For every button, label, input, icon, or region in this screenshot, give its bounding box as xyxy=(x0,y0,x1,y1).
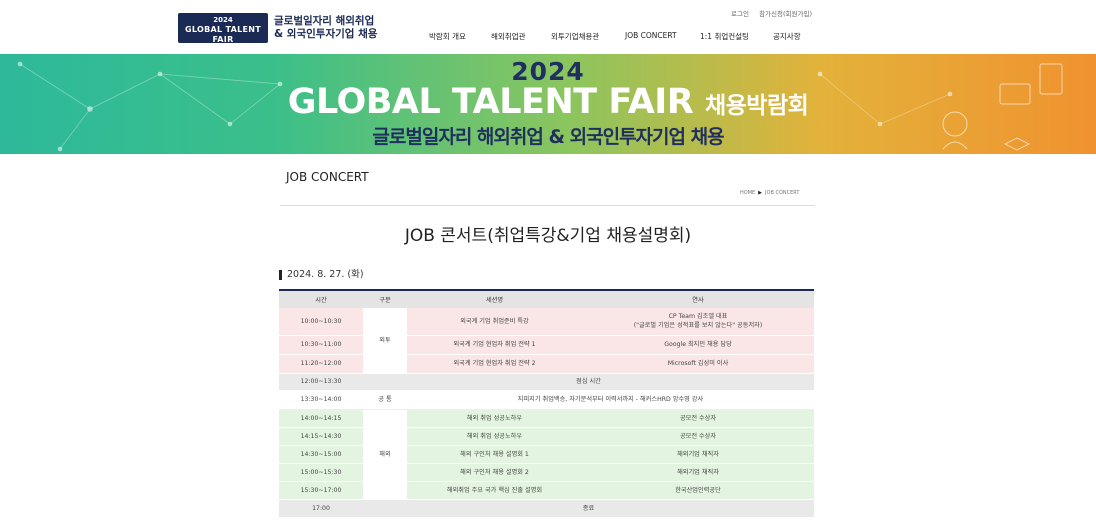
logo-name: GLOBAL TALENT FAIR xyxy=(185,25,261,44)
table-row: 17:00 종료 xyxy=(279,499,814,518)
table-row: 10:30~11:00 외국계 기업 현업자 취업 전략 1 Google 최지… xyxy=(279,335,814,355)
schedule-table: 시간 구분 세션명 연사 10:00~10:30 외투 외국계 기업 취업준비 … xyxy=(279,289,814,518)
cell-time: 14:00~14:15 xyxy=(279,409,363,428)
cell-speaker: CP Team 김조엘 대표 ("글로벌 기업은 성적표를 보지 않는다" 공동저… xyxy=(582,308,814,336)
nav-item-consulting[interactable]: 1:1 취업컨설팅 xyxy=(700,31,749,42)
logo-text[interactable]: 글로벌일자리 해외취업 & 외국인투자기업 채용 xyxy=(274,15,377,41)
breadcrumb-arrow-icon: ▶ xyxy=(758,190,763,196)
cell-speaker: 공모전 수상자 xyxy=(582,427,814,446)
banner-title-suffix: 채용박람회 xyxy=(704,93,809,119)
speaker-line1: CP Team 김조엘 대표 xyxy=(668,313,728,321)
divider xyxy=(280,205,815,206)
cell-speaker: 공모전 수상자 xyxy=(582,409,814,428)
cell-speaker: 해외기업 채직자 xyxy=(582,463,814,482)
table-row: 14:15~14:30 해외 취업 성공노하우 공모전 수상자 xyxy=(279,427,814,446)
col-header-category: 구분 xyxy=(363,289,407,308)
cell-time: 10:30~11:00 xyxy=(279,335,363,355)
cell-session: 해외 구인처 채용 설명회 2 xyxy=(407,463,582,482)
page-title: JOB CONCERT xyxy=(286,170,369,184)
logo-text-line2: & 외국인투자기업 채용 xyxy=(274,28,378,40)
table-row: 14:00~14:15 해외 해외 취업 성공노하우 공모전 수상자 xyxy=(279,409,814,500)
banner-subtitle: 글로벌일자리 해외취업 & 외국인투자기업 채용 xyxy=(372,126,724,148)
cell-session: 해외 구인처 채용 설명회 1 xyxy=(407,445,582,464)
banner-title: GLOBAL TALENT FAIR 채용박람회 xyxy=(0,82,1096,122)
cell-time: 12:00~13:30 xyxy=(279,373,363,391)
main-title: JOB 콘서트(취업특강&기업 채용설명회) xyxy=(404,226,692,246)
col-header-speaker: 연사 xyxy=(582,289,814,308)
cell-speaker: Microsoft 김성미 이사 xyxy=(582,354,814,374)
cell-speaker: 한국산업인력공단 xyxy=(582,481,814,500)
breadcrumb-current: JOB CONCERT xyxy=(765,190,800,196)
register-link[interactable]: 참가신청(회원가입) xyxy=(759,10,812,18)
cell-time: 14:15~14:30 xyxy=(279,427,363,446)
table-row: 10:00~10:30 외투 외국계 기업 취업준비 특강 CP Team 김조… xyxy=(279,308,814,374)
cell-speaker: 해외기업 채직자 xyxy=(582,445,814,464)
table-row: 14:30~15:00 해외 구인처 채용 설명회 1 해외기업 채직자 xyxy=(279,445,814,464)
cell-merged: 점심 시간 xyxy=(363,373,814,391)
cell-time: 14:30~15:00 xyxy=(279,445,363,464)
cell-session: 해외취업 주요 국가 핵심 진출 설명회 xyxy=(407,481,582,500)
table-row: 12:00~13:30 점심 시간 xyxy=(279,373,814,391)
cell-time: 11:20~12:00 xyxy=(279,354,363,374)
table-header-row: 시간 구분 세션명 연사 xyxy=(279,289,814,308)
cell-category-common: 공 통 xyxy=(363,390,407,410)
table-row: 15:00~15:30 해외 구인처 채용 설명회 2 해외기업 채직자 xyxy=(279,463,814,482)
site-header: 2024 GLOBAL TALENT FAIR 채용박람회 글로벌일자리 해외취… xyxy=(0,0,1096,54)
logo-text-line1: 글로벌일자리 해외취업 xyxy=(274,15,375,27)
cell-merged: 종료 xyxy=(363,499,814,518)
col-header-session: 세션명 xyxy=(407,289,582,308)
cell-session: 해외 취업 성공노하우 xyxy=(407,409,582,428)
nav-item-overseas[interactable]: 해외취업관 xyxy=(491,31,526,42)
speaker-line2: ("글로벌 기업은 성적표를 보지 않는다" 공동저자) xyxy=(633,322,763,330)
cell-session: 외국계 기업 현업자 취업 전략 2 xyxy=(407,354,582,374)
cell-category-foreign: 외투 xyxy=(363,308,407,374)
hero-banner: 2024 GLOBAL TALENT FAIR 채용박람회 글로벌일자리 해외취… xyxy=(0,54,1096,154)
table-row: 11:20~12:00 외국계 기업 현업자 취업 전략 2 Microsoft… xyxy=(279,354,814,374)
nav-item-overview[interactable]: 박람회 개요 xyxy=(429,31,466,42)
breadcrumb: HOME ▶ JOB CONCERT xyxy=(740,190,799,196)
cell-merged: 지피지기 취업백승, 자기분석부터 이력서까지 - 해커스HRD 앙수영 강사 xyxy=(407,390,814,410)
cell-speaker: Google 최지민 채용 담당 xyxy=(582,335,814,355)
breadcrumb-home[interactable]: HOME xyxy=(740,190,755,196)
cell-time: 15:30~17:00 xyxy=(279,481,363,500)
nav-item-notice[interactable]: 공지사항 xyxy=(773,31,801,42)
nav-item-job-concert[interactable]: JOB CONCERT xyxy=(625,31,677,40)
cell-session: 해외 취업 성공노하우 xyxy=(407,427,582,446)
cell-time: 10:00~10:30 xyxy=(279,308,363,336)
util-menu: 로그인 참가신청(회원가입) xyxy=(723,8,812,18)
nav-item-foreign-company[interactable]: 외투기업채용관 xyxy=(551,31,599,42)
logo-sub: 채용박람회 xyxy=(213,45,233,50)
col-header-time: 시간 xyxy=(279,289,363,308)
cell-time: 15:00~15:30 xyxy=(279,463,363,482)
table-row: 13:30~14:00 공 통 지피지기 취업백승, 자기분석부터 이력서까지 … xyxy=(279,390,814,410)
logo-year: 2024 xyxy=(213,16,233,24)
cell-session: 외국계 기업 현업자 취업 전략 1 xyxy=(407,335,582,355)
table-row: 15:30~17:00 해외취업 주요 국가 핵심 진출 설명회 한국산업인력공… xyxy=(279,481,814,500)
cell-session: 외국계 기업 취업준비 특강 xyxy=(407,308,582,336)
cell-category-overseas: 해외 xyxy=(363,409,407,500)
event-date: 2024. 8. 27. (화) xyxy=(279,270,364,280)
site-logo[interactable]: 2024 GLOBAL TALENT FAIR 채용박람회 xyxy=(178,13,268,50)
cell-time: 17:00 xyxy=(279,499,363,518)
cell-time: 13:30~14:00 xyxy=(279,390,363,410)
login-link[interactable]: 로그인 xyxy=(731,10,749,18)
banner-title-main: GLOBAL TALENT FAIR xyxy=(287,82,694,122)
